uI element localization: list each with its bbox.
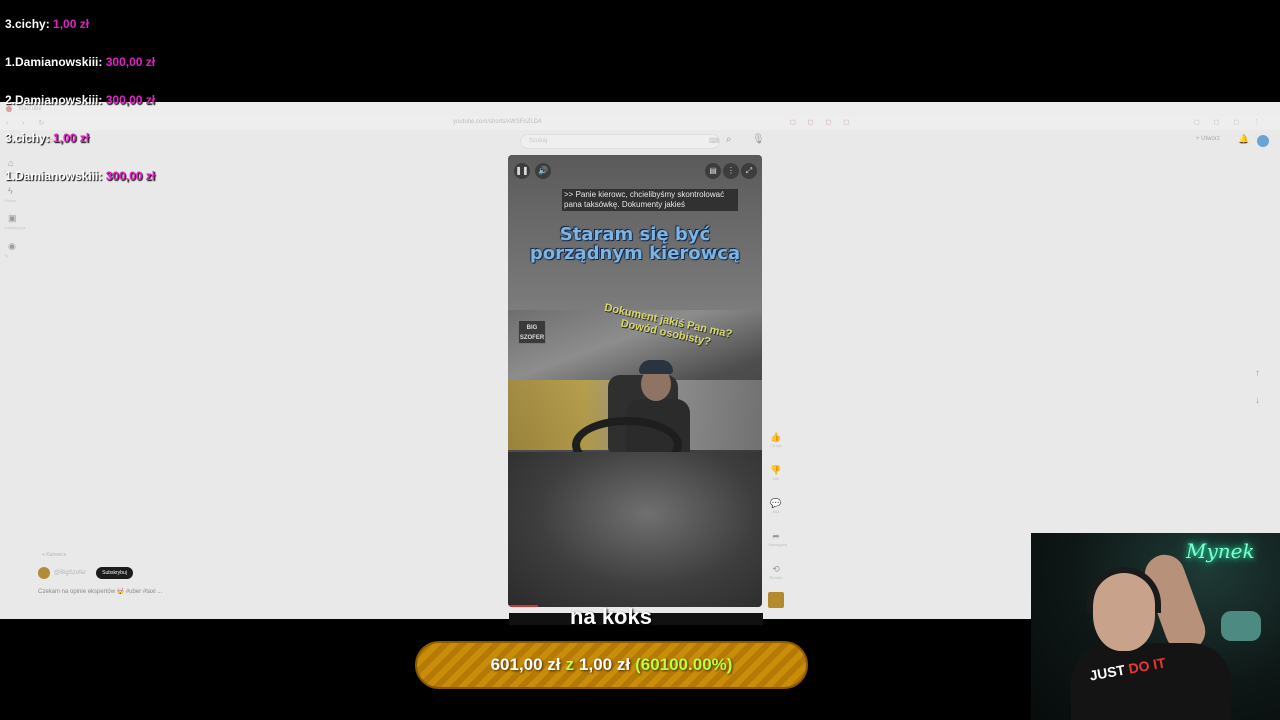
share-icon: ➦ [772,531,780,541]
like-button[interactable]: 👍 7,8 tys. [768,432,784,448]
donation-amount: 1,00 zł [53,17,90,31]
location-label: ⌖ Katowice [42,552,67,558]
sidebar-item-you[interactable]: Ty [4,253,8,258]
remix-icon: ⟲ [772,564,780,574]
video-bottom-frame [508,452,762,607]
url-text[interactable]: youtube.com/shorts/xWSFnZLD4 [453,119,541,125]
address-bar[interactable]: ‹ › ↻ youtube.com/shorts/xWSFnZLD4 ◻ ◻ ◻… [0,116,1280,130]
shorts-player[interactable]: ❚❚ 🔊 ▤ ⋮ ⤢ >> Panie kierowc, chcielibyśm… [508,155,762,607]
sound-avatar[interactable] [768,592,784,608]
account-avatar[interactable] [1257,135,1269,147]
fullscreen-icon[interactable]: ⤢ [741,163,757,179]
keyboard-icon[interactable]: ⌨ [709,137,719,145]
goal-percent: (60100.00%) [635,655,733,674]
sidebar-item-shorts[interactable]: Shorts [4,198,16,203]
donor-name: 1.Damianowskiii: [5,169,103,183]
donor-name: 3.cichy: [5,17,50,31]
thumbs-down-icon: 👎 [770,465,782,475]
nav-buttons-icon[interactable]: ‹ › ↻ [6,119,50,127]
neon-sign: Mynek [1186,539,1255,563]
location-text: Katowice [46,552,67,558]
channel-avatar[interactable] [38,567,50,579]
donation-goal-bar: 601,00 zł z 1,00 zł (60100.00%) [415,641,808,689]
goal-target: 1,00 zł [579,655,631,674]
sidebar-item-subscriptions[interactable]: Subskrypcje [4,225,26,230]
channel-row: @BigSzofer Subskrybuj [38,567,133,579]
captions-icon[interactable]: ▤ [705,163,721,179]
goal-current: 601,00 zł [490,655,561,674]
previous-short-icon[interactable]: ↑ [1255,368,1260,379]
donation-entry: 1.Damianowskiii: 300,00 zł [5,169,155,183]
pause-icon[interactable]: ❚❚ [514,163,530,179]
donation-amount: 1,00 zł [53,131,90,145]
remix-button[interactable]: ⟲ Remiks [768,564,784,580]
remix-label: Remiks [769,575,783,580]
subscribe-button[interactable]: Subskrybuj [96,567,133,579]
dislike-button[interactable]: 👎 Nie [768,465,784,481]
video-description[interactable]: Czekam na opinie ekspertów 🤯 #uber #taxi… [38,588,162,595]
comment-icon: 💬 [770,498,782,508]
share-label: Udostępnij [768,542,787,547]
goal-separator: z [565,655,575,674]
video-driver-cap [639,360,673,374]
video-caption: >> Panie kierowc, chcielibyśmy skontrolo… [562,189,738,211]
share-button[interactable]: ➦ Udostępnij [768,531,787,547]
mic-icon[interactable]: 🎙 [752,134,765,145]
create-button[interactable]: + Utwórz [1196,136,1220,142]
subscriptions-icon[interactable]: ▣ [8,213,17,224]
browser-menu-icon[interactable]: ◻ ◻ ◻ ⋮ [1194,118,1266,126]
like-count: 7,8 tys. [769,443,783,448]
search-input[interactable]: Szukaj [520,134,720,149]
bell-icon[interactable]: 🔔 [1238,134,1249,145]
channel-watermark: BIG SZOFER [518,320,546,344]
donor-name: 1.Damianowskiii: [5,55,103,69]
extensions-icon[interactable]: ◻ ◻ ◻ ◻ [790,118,854,126]
thumbs-up-icon: 👍 [770,432,782,442]
donor-name: 2.Damianowskiii: [5,93,103,107]
volume-icon[interactable]: 🔊 [535,163,551,179]
next-short-icon[interactable]: ↓ [1255,395,1260,406]
donation-entry: 2.Damianowskiii: 300,00 zł [5,93,155,107]
more-icon[interactable]: ⋮ [723,163,739,179]
donation-amount: 300,00 zł [105,55,156,69]
donation-entry: 3.cichy: 1,00 zł [5,17,89,31]
webcam-background-object [1221,611,1261,641]
dislike-label: Nie [772,476,779,481]
search-icon[interactable]: ⌕ [726,134,732,145]
stream-stage: YouTube ‹ › ↻ youtube.com/shorts/xWSFnZL… [0,0,1280,720]
stream-subtitle: na koks [570,604,652,629]
channel-handle[interactable]: @BigSzofer [54,570,86,576]
home-icon[interactable]: ⌂ [8,158,13,168]
donation-amount: 300,00 zł [105,93,156,107]
comments-button[interactable]: 💬 843 [768,498,784,514]
webcam-feed: Mynek JUST DO IT [1031,533,1280,720]
shorts-icon[interactable]: ϟ [8,186,13,196]
comment-count: 843 [772,509,780,514]
video-subtitle: Staram się być porządnym kierowcą [529,224,741,264]
you-icon[interactable]: ◉ [8,241,16,252]
donation-entry: 1.Damianowskiii: 300,00 zł [5,55,155,69]
donation-entry: 3.cichy: 1,00 zł [5,131,89,145]
donation-amount: 300,00 zł [105,169,156,183]
donor-name: 3.cichy: [5,131,50,145]
browser-titlebar: YouTube [0,102,1280,116]
